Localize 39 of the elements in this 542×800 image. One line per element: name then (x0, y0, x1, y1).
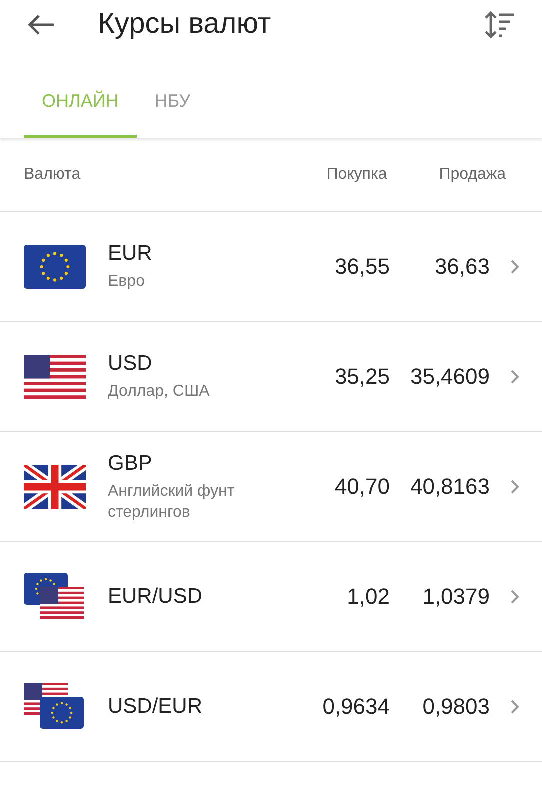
currency-row[interactable]: GBP Английский фунт стерлингов 40,70 40,8163 (0, 432, 542, 542)
flags-icon (24, 682, 86, 730)
back-arrow-icon[interactable] (26, 13, 56, 37)
chevron-icon (510, 588, 520, 604)
currency-name: Доллар, США (108, 382, 211, 402)
chevron-icon (510, 478, 520, 494)
chevron-icon (510, 698, 520, 714)
buy-rate: 0,9634 (322, 693, 390, 721)
buy-rate: 35,25 (334, 363, 390, 391)
currency-row[interactable]: EUR Евро 36,55 36,63 (0, 212, 542, 322)
flag-icon (24, 464, 86, 508)
sell-rate: 0,9803 (422, 693, 490, 721)
currency-row[interactable]: EUR/USD 1,02 1,0379 (0, 542, 542, 652)
column-header: Продажа (439, 164, 506, 184)
currency-row[interactable]: USD Доллар, США 35,25 35,4609 (0, 322, 542, 432)
currency-name: Английский фунт стерлингов (108, 482, 236, 522)
sell-rate: 35,4609 (409, 363, 490, 391)
sort-icon[interactable] (484, 11, 516, 39)
page-title: Курсы валют (98, 7, 272, 42)
currency-code: USD (108, 351, 154, 377)
sell-rate: 36,63 (434, 253, 490, 281)
flag-icon (24, 244, 86, 288)
sell-rate: 1,0379 (422, 583, 490, 611)
column-header: Покупка (326, 164, 388, 184)
buy-rate: 36,55 (334, 253, 390, 281)
currency-name: Евро (108, 272, 146, 292)
chevron-icon (510, 258, 520, 274)
currency-code: EUR/USD (108, 584, 204, 610)
currency-code: EUR (108, 241, 154, 267)
chevron-icon (510, 368, 520, 384)
currency-code: USD/EUR (108, 694, 204, 720)
currency-code: GBP (108, 450, 154, 476)
buy-rate: 1,02 (347, 583, 390, 611)
buy-rate: 40,70 (334, 473, 390, 501)
currency-row[interactable]: USD/EUR 0,9634 0,9803 (0, 652, 542, 762)
flag-icon (24, 354, 86, 398)
flags-icon (24, 572, 86, 620)
sell-rate: 40,8163 (409, 473, 490, 501)
column-header: Валюта (24, 164, 81, 184)
